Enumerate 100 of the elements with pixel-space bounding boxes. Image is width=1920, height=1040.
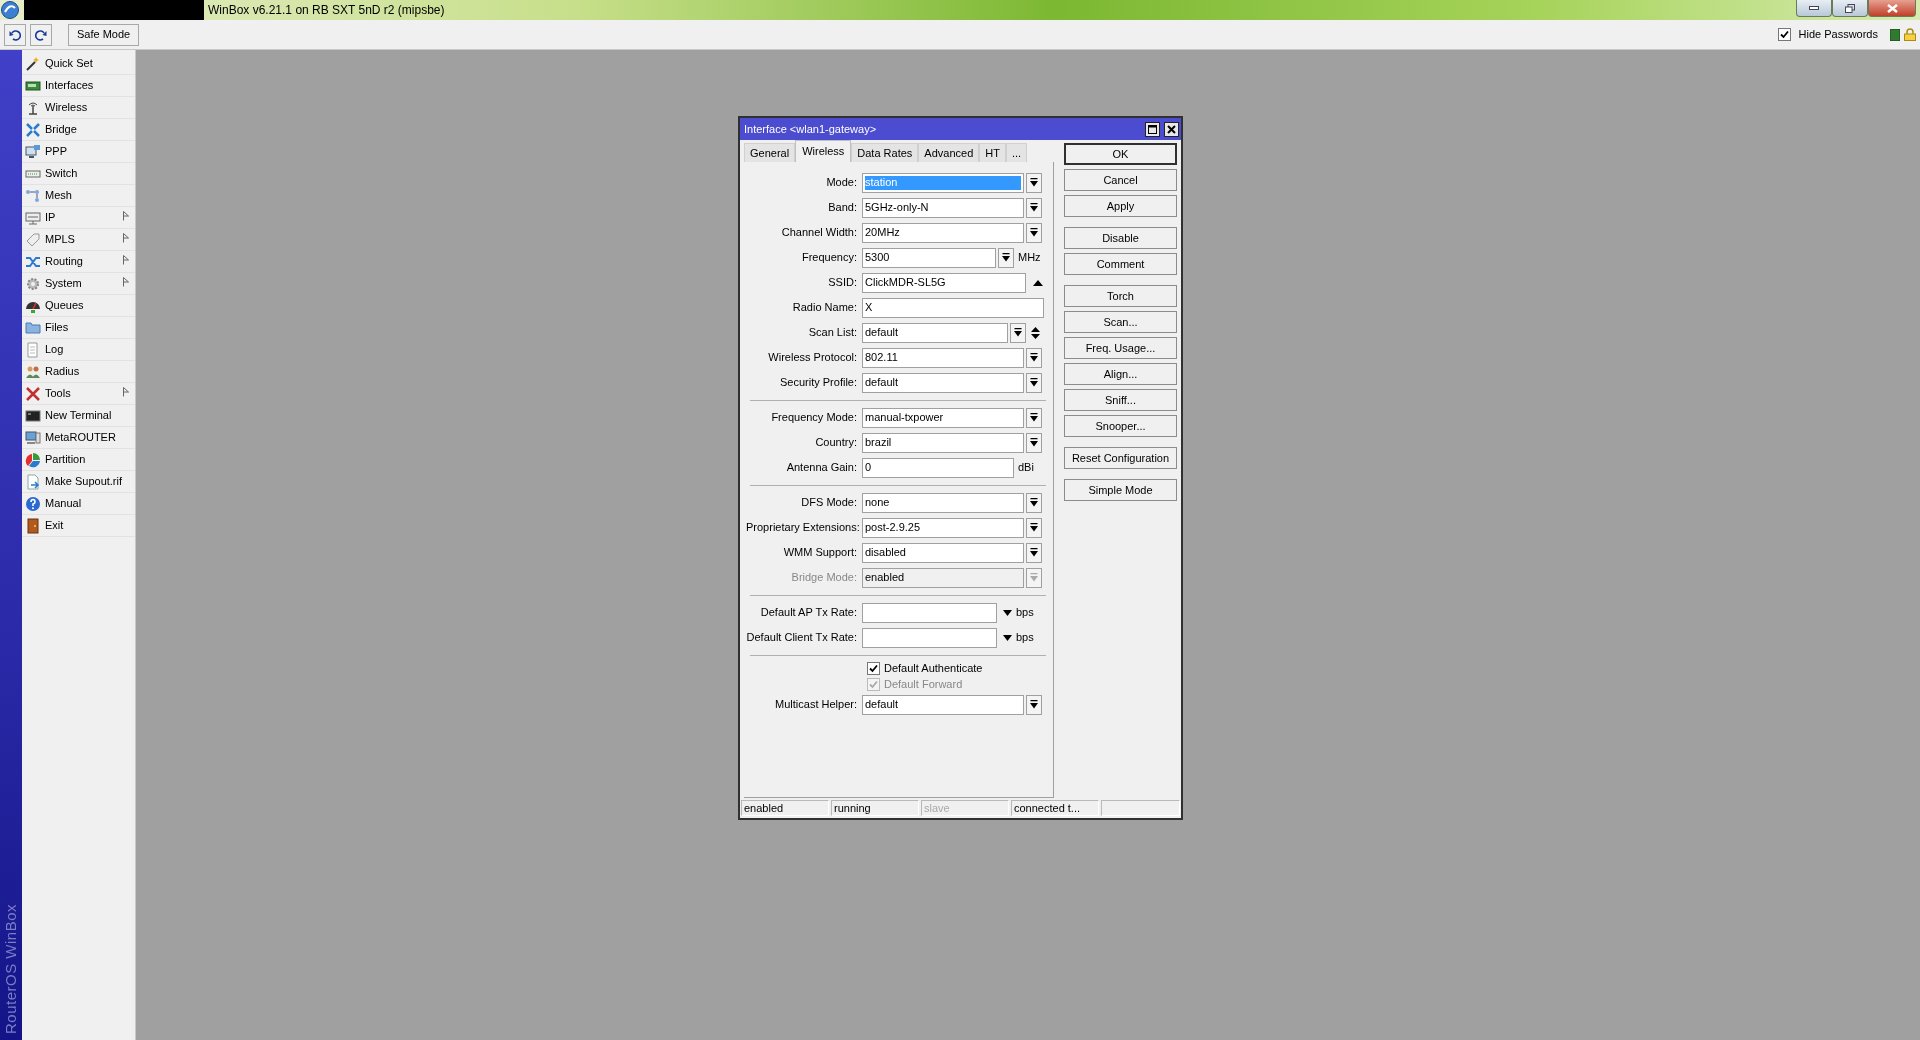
dialog-button[interactable]: Comment [1064, 253, 1177, 275]
menu-item[interactable]: Routing [22, 251, 135, 273]
dialog-button[interactable]: Reset Configuration [1064, 447, 1177, 469]
checkbox[interactable] [867, 661, 880, 675]
tab[interactable]: Data Rates [851, 143, 919, 162]
menu-item[interactable]: Radius [22, 361, 135, 383]
menu-item[interactable]: Wireless [22, 97, 135, 119]
dialog-button[interactable]: Scan... [1064, 311, 1177, 333]
field-label: Antenna Gain: [785, 460, 858, 476]
terminal-icon [25, 407, 41, 424]
maximize-button[interactable] [1145, 121, 1160, 137]
input-field[interactable]: X [862, 297, 1044, 318]
menu-item[interactable]: IP [22, 207, 135, 229]
input-field[interactable]: 0 [862, 457, 1014, 478]
menu-item[interactable]: Make Supout.rif [22, 471, 135, 493]
menu-item[interactable]: Switch [22, 163, 135, 185]
combo-field[interactable]: default [862, 322, 1008, 343]
combo-field[interactable]: 5300 [862, 247, 996, 268]
menu-item[interactable]: Manual [22, 493, 135, 515]
dropdown-button[interactable] [1026, 517, 1042, 538]
dialog-button[interactable]: Snooper... [1064, 415, 1177, 437]
dropdown-button[interactable] [1026, 372, 1042, 393]
checkbox-label[interactable]: Hide Passwords [1798, 26, 1878, 43]
menu-item[interactable]: Log [22, 339, 135, 361]
dialog-button[interactable]: Align... [1064, 363, 1177, 385]
menu-item[interactable]: Interfaces [22, 75, 135, 97]
dropdown-arrow-icon [1002, 253, 1010, 262]
maximize-button[interactable] [1832, 0, 1868, 17]
dialog-button[interactable]: Freq. Usage... [1064, 337, 1177, 359]
dropdown-button[interactable] [1026, 492, 1042, 513]
dialog-button[interactable]: Cancel [1064, 169, 1177, 191]
dropdown-button[interactable] [1026, 407, 1042, 428]
dialog-button[interactable]: Apply [1064, 195, 1177, 217]
menu-item[interactable]: MetaROUTER [22, 427, 135, 449]
tab[interactable]: ... [1005, 143, 1028, 162]
dropdown-field[interactable]: 5GHz-only-N [862, 197, 1024, 218]
dropdown-field[interactable]: default [862, 372, 1024, 393]
door-icon [25, 517, 41, 534]
collapse-arrow-icon[interactable] [1033, 279, 1043, 286]
monitor-icon [25, 143, 41, 160]
field-label: Default AP Tx Rate: [759, 605, 858, 621]
tab[interactable]: HT [979, 143, 1006, 162]
dropdown-button[interactable] [1026, 432, 1042, 453]
field-label: Wireless Protocol: [767, 350, 858, 366]
dropdown-button[interactable] [1026, 197, 1042, 218]
dropdown-button[interactable] [1026, 222, 1042, 243]
dialog-button[interactable]: OK [1064, 143, 1177, 165]
dropdown-field: enabled [862, 567, 1024, 588]
tab[interactable]: General [744, 143, 796, 162]
tab[interactable]: Wireless [795, 140, 852, 162]
checkbox-label[interactable]: Default Authenticate [884, 659, 983, 677]
field-label: Default Client Tx Rate: [746, 630, 858, 646]
dropdown-field[interactable]: manual-txpower [862, 407, 1024, 428]
safe-mode-button[interactable]: Safe Mode [68, 23, 140, 46]
dialog-button[interactable]: Torch [1064, 285, 1177, 307]
input-field[interactable]: ClickMDR-SL5G [862, 272, 1026, 293]
menu-item[interactable]: Mesh [22, 185, 135, 207]
dialog-button[interactable]: Simple Mode [1064, 479, 1177, 501]
menu-item[interactable]: Quick Set [22, 53, 135, 75]
dropdown-button[interactable] [1026, 172, 1042, 193]
dropdown-field[interactable]: none [862, 492, 1024, 513]
undo-button[interactable] [4, 23, 26, 46]
dropdown-field[interactable]: 20MHz [862, 222, 1024, 243]
menu-item[interactable]: System [22, 273, 135, 295]
menu-item[interactable]: Files [22, 317, 135, 339]
input-field[interactable] [862, 602, 997, 623]
tab[interactable]: Advanced [918, 143, 980, 162]
checkbox[interactable] [1777, 28, 1791, 41]
status-indicator-icon [1890, 28, 1900, 41]
menu-item[interactable]: Queues [22, 295, 135, 317]
dropdown-arrow-icon[interactable] [1003, 634, 1012, 641]
close-button[interactable] [1164, 121, 1179, 137]
dropdown-field[interactable]: disabled [862, 542, 1024, 563]
dropdown-arrow-icon[interactable] [1003, 609, 1012, 616]
status-text: running [831, 800, 919, 816]
field-label: Mode: [825, 175, 858, 191]
menu-item[interactable]: Partition [22, 449, 135, 471]
menu-item[interactable]: MPLS [22, 229, 135, 251]
menu-item[interactable]: Exit [22, 515, 135, 537]
unit-label: bps [1016, 605, 1034, 621]
minimize-button[interactable] [1796, 0, 1832, 17]
menu-item[interactable]: PPP [22, 141, 135, 163]
dropdown-field[interactable]: post-2.9.25 [862, 517, 1024, 538]
dropdown-button[interactable] [1026, 542, 1042, 563]
up-down-arrows-icon[interactable] [1031, 326, 1040, 339]
dropdown-field[interactable]: 802.11 [862, 347, 1024, 368]
input-field[interactable] [862, 627, 997, 648]
dropdown-button[interactable] [1026, 694, 1042, 715]
dropdown-field[interactable]: default [862, 694, 1024, 715]
menu-item[interactable]: Tools [22, 383, 135, 405]
dropdown-field[interactable]: brazil [862, 432, 1024, 453]
menu-item[interactable]: New Terminal [22, 405, 135, 427]
field-label: Channel Width: [780, 225, 858, 241]
dialog-button[interactable]: Sniff... [1064, 389, 1177, 411]
dropdown-button[interactable] [1026, 347, 1042, 368]
redo-button[interactable] [30, 23, 52, 46]
dropdown-button[interactable] [998, 247, 1014, 268]
menu-item[interactable]: Bridge [22, 119, 135, 141]
dropdown-button[interactable] [1010, 322, 1026, 343]
dialog-button[interactable]: Disable [1064, 227, 1177, 249]
